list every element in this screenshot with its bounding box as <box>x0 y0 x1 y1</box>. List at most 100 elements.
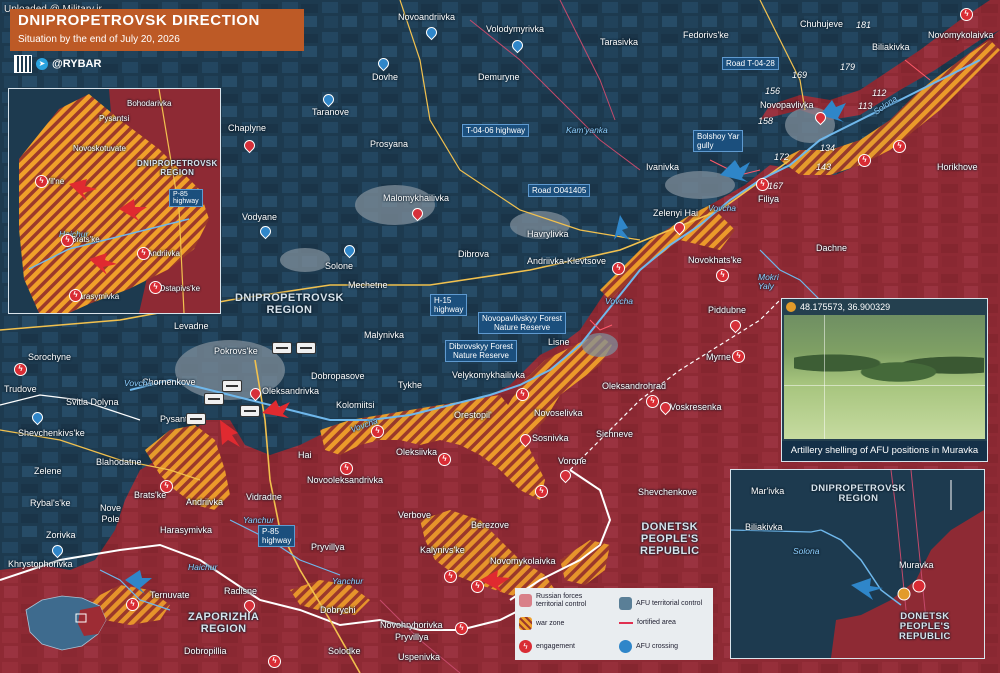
photo-panel[interactable]: 48.175573, 36.900329 Artillery shelling … <box>781 298 988 462</box>
town-zelenyi-hai: Zelenyi Hai <box>653 208 699 218</box>
town-dobropasove: Dobropasove <box>311 371 365 381</box>
engagement-icon[interactable]: ϟ <box>340 462 353 475</box>
town-kamyanka: Kam'yanka <box>566 125 608 135</box>
elevation-112: 112 <box>872 88 887 98</box>
town-velykomykhailivka: Velykomykhailivka <box>452 370 526 380</box>
armor-group-icon[interactable] <box>272 342 292 354</box>
engagement-icon[interactable]: ϟ <box>455 622 468 635</box>
town-ternuvate: Ternuvate <box>150 590 190 600</box>
town-uspenivka: Uspenivka <box>398 652 441 662</box>
legend-fortified-label: fortified area <box>637 619 676 626</box>
town-volodymyrivka: Volodymyrivka <box>486 24 545 34</box>
telegram-icon: ➤ <box>36 58 48 70</box>
town-hai: Hai <box>298 450 312 460</box>
inset-right-muravka: Muravka <box>899 560 934 570</box>
town-filiya: Filiya <box>758 194 780 204</box>
engagement-icon[interactable]: ϟ <box>516 388 529 401</box>
title-block: DNIPROPETROVSK DIRECTION Situation by th… <box>10 9 304 51</box>
town-novoselivka: Novoselivka <box>534 408 583 418</box>
engagement-icon[interactable]: ϟ <box>438 453 451 466</box>
inset-left-andriivka: Andriivka <box>147 249 180 258</box>
engagement-icon[interactable]: ϟ <box>444 570 457 583</box>
town-dobropillia: Dobropillia <box>184 646 227 656</box>
engagement-icon[interactable]: ϟ <box>14 363 27 376</box>
town-nove-pole: Nove Pole <box>100 503 122 524</box>
elevation-179: 179 <box>840 62 856 72</box>
town-novokhatske: Novokhats'ke <box>688 255 742 265</box>
town-pryvillya-2: Pryvillya <box>395 632 429 642</box>
legend-russian-label: Russian forces territorial control <box>536 593 587 608</box>
legend-fortified-swatch <box>619 621 633 624</box>
engagement-icon[interactable]: ϟ <box>960 8 973 21</box>
river-vovcha-3: Vovcha <box>605 296 634 306</box>
engagement-icon[interactable]: ϟ <box>646 395 659 408</box>
legend-russian: Russian forces territorial control <box>519 593 586 608</box>
town-trudove: Trudove <box>4 384 37 394</box>
armor-group-icon[interactable] <box>204 393 224 405</box>
inset-left-bratske: Brats'ke <box>71 235 100 244</box>
town-chaplyne: Chaplyne <box>228 123 267 133</box>
engagement-icon[interactable]: ϟ <box>535 485 548 498</box>
engagement-icon[interactable]: ϟ <box>268 655 281 668</box>
town-verbove: Verbove <box>398 510 432 520</box>
map-canvas[interactable]: Bohodarivka Pysantsi Novoskotuvate DNIPR… <box>0 0 1000 673</box>
region-dnipropetrovsk: DNIPROPETROVSK REGION <box>235 292 344 316</box>
engagement-icon[interactable]: ϟ <box>160 480 173 493</box>
inset-left-map: Bohodarivka Pysantsi Novoskotuvate DNIPR… <box>8 88 221 314</box>
river-vovcha-1: Vovcha <box>124 378 153 388</box>
river-yanchur: Yanchur <box>243 515 275 525</box>
town-voskresenka: Voskresenka <box>670 402 722 412</box>
town-prosyana: Prosyana <box>370 139 409 149</box>
town-kalynivske: Kalynivs'ke <box>420 545 465 555</box>
engagement-icon[interactable]: ϟ <box>716 269 729 282</box>
legend-crossing-swatch <box>619 640 632 653</box>
town-chuhujeve: Chuhujeve <box>800 19 844 29</box>
engagement-icon[interactable]: ϟ <box>732 350 745 363</box>
inset-right-biliakivka: Biliakivka <box>745 522 783 532</box>
overview-minimap-svg <box>25 595 107 651</box>
armor-group-icon[interactable] <box>222 380 242 392</box>
town-novomykolaivka: Novomykolaivka <box>490 556 556 566</box>
elevation-158: 158 <box>758 116 774 126</box>
region-donetsk: DONETSK PEOPLE'S REPUBLIC <box>640 521 700 557</box>
engagement-icon[interactable]: ϟ <box>893 140 906 153</box>
inset-left-pysantsi: Pysantsi <box>99 114 130 123</box>
town-shevchenkove: Shevchenkove <box>638 487 698 497</box>
legend-crossing-label: AFU crossing <box>636 642 679 650</box>
town-oleksandrivka: Oleksandrivka <box>262 386 320 396</box>
engagement-icon[interactable]: ϟ <box>612 262 625 275</box>
armor-group-icon[interactable] <box>240 405 260 417</box>
inset-right-map: DNIPROPETROVSK REGION Mar'ivka Biliakivk… <box>730 469 985 659</box>
elevation-181: 181 <box>856 20 872 30</box>
town-vidradne: Vidradne <box>246 492 282 502</box>
engagement-icon[interactable]: ϟ <box>756 178 769 191</box>
engagement-icon[interactable]: ϟ <box>371 425 384 438</box>
legend-war-zone-swatch <box>519 617 532 630</box>
elevation-169: 169 <box>792 70 808 80</box>
town-vodyane: Vodyane <box>242 212 278 222</box>
town-vorone: Vorone <box>558 456 587 466</box>
legend-engagement-swatch: ϟ <box>519 640 532 653</box>
overview-minimap <box>22 590 108 654</box>
brand-handle[interactable]: @RYBAR <box>52 58 101 70</box>
engagement-icon: ϟ <box>69 289 82 302</box>
armor-group-icon[interactable] <box>296 342 316 354</box>
legend-engagement: ϟ engagement <box>519 640 575 653</box>
town-dachne: Dachne <box>816 243 848 253</box>
engagement-icon: ϟ <box>149 281 162 294</box>
engagement-icon[interactable]: ϟ <box>471 580 484 593</box>
legend-crossing: AFU crossing <box>619 640 678 653</box>
town-mechetne: Mechetne <box>348 280 388 290</box>
town-blahodatne: Blahodatne <box>96 457 142 467</box>
town-tykhe: Tykhe <box>398 380 423 390</box>
engagement-icon[interactable]: ϟ <box>858 154 871 167</box>
engagement-icon[interactable]: ϟ <box>126 598 139 611</box>
town-kolomiitsi: Kolomiitsi <box>336 400 375 410</box>
photo-coordinates: 48.175573, 36.900329 <box>786 302 890 312</box>
forest-dibrovskyy: Dibrovskyy Forest Nature Reserve <box>445 340 518 362</box>
photo-caption: Artillery shelling of AFU positions in M… <box>782 441 987 461</box>
road-tag-p85: P-85 highway <box>258 525 296 547</box>
inset-left-p85-tag: P-85 highway <box>169 189 203 207</box>
armor-group-icon[interactable] <box>186 413 206 425</box>
legend-afu-swatch <box>619 597 632 610</box>
